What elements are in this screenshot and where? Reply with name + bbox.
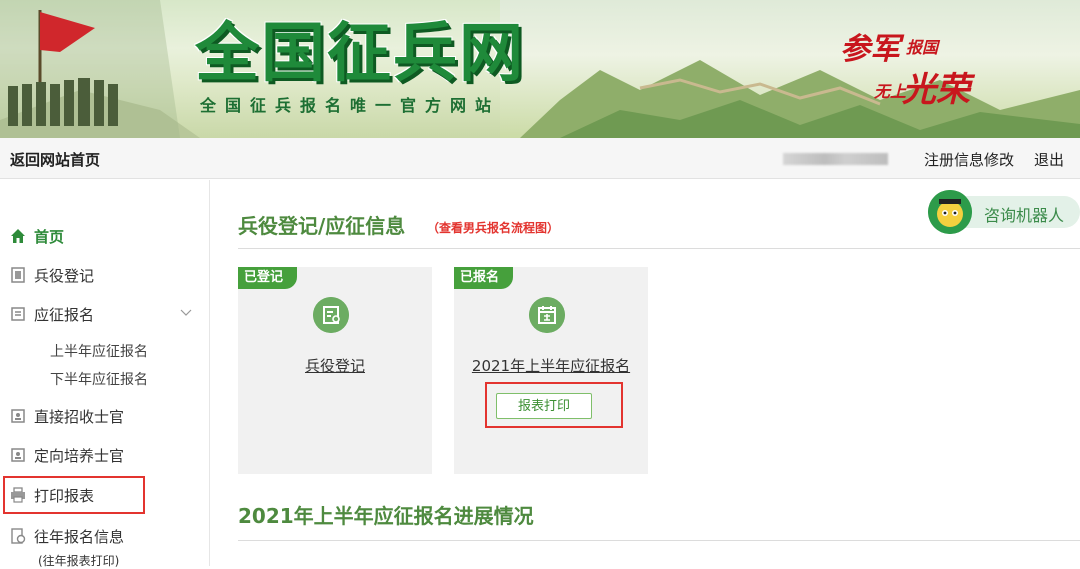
- title-divider: [238, 248, 1080, 249]
- home-icon: [11, 229, 25, 243]
- card-enlist: 已报名 2021年上半年应征报名 报表打印: [454, 267, 648, 474]
- site-banner: 全国征兵网 全国征兵报名唯一官方网站 参军 报国 无上 光荣: [0, 0, 1080, 138]
- calendar-icon: [529, 297, 565, 333]
- card-registration: 已登记 兵役登记: [238, 267, 432, 474]
- top-bar: 返回网站首页 注册信息修改 退出: [0, 138, 1080, 179]
- sidebar-item-label: 兵役登记: [34, 266, 95, 285]
- slogan: 参军 报国 无上 光荣: [830, 20, 1030, 110]
- registration-icon: [313, 297, 349, 333]
- sidebar-item-label: 直接招收士官: [34, 407, 125, 426]
- sidebar-item-label: 应征报名: [34, 305, 95, 324]
- sidebar-item-label: 往年报名信息: [34, 527, 125, 546]
- slogan-part2: 报国: [906, 38, 939, 57]
- sidebar-item-label: 首页: [34, 227, 65, 246]
- print-report-button[interactable]: 报表打印: [496, 393, 592, 419]
- page-title: 兵役登记/应征信息: [238, 214, 406, 238]
- slogan-part4: 光荣: [902, 70, 970, 110]
- document-icon: [11, 267, 25, 283]
- slogan-part1: 参军: [840, 32, 900, 67]
- flow-chart-link[interactable]: （查看男兵报名流程图）: [427, 219, 559, 236]
- username-masked: [783, 153, 888, 165]
- sidebar-item-home[interactable]: 首页: [10, 224, 64, 248]
- robot-consult-button[interactable]: 咨询机器人: [928, 190, 1080, 234]
- register-edit-link[interactable]: 注册信息修改: [924, 149, 1014, 170]
- site-subtitle: 全国征兵报名唯一官方网站: [200, 96, 501, 115]
- progress-section-title: 2021年上半年应征报名进展情况: [238, 504, 534, 528]
- sidebar-item-enlist[interactable]: 应征报名: [10, 302, 94, 326]
- sidebar-item-history[interactable]: 往年报名信息: [10, 524, 124, 548]
- id-card-icon: [11, 448, 25, 462]
- status-badge: 已登记: [238, 267, 298, 289]
- enlist-link[interactable]: 2021年上半年应征报名: [454, 355, 648, 376]
- id-card-icon: [11, 409, 25, 423]
- registration-link[interactable]: 兵役登记: [238, 355, 432, 376]
- printer-icon: [11, 487, 25, 503]
- sidebar-item-label: 打印报表: [34, 486, 95, 505]
- chevron-down-icon[interactable]: [180, 306, 192, 318]
- history-sub-label: (往年报表打印): [38, 554, 120, 568]
- sidebar-item-print[interactable]: 打印报表: [10, 483, 94, 507]
- history-icon: [11, 528, 26, 544]
- logout-link[interactable]: 退出: [1034, 149, 1064, 170]
- robot-avatar-icon: [928, 190, 972, 234]
- robot-label: 咨询机器人: [984, 206, 1065, 225]
- form-icon: [11, 307, 25, 321]
- sidebar: 首页 兵役登记 应征报名 上半年应征报名 下半年应征报名 直接招收士官 定向培养…: [0, 180, 210, 568]
- sidebar-subitem-second-half[interactable]: 下半年应征报名: [50, 369, 148, 389]
- sidebar-item-registration[interactable]: 兵役登记: [10, 263, 94, 287]
- sidebar-item-directed-nco[interactable]: 定向培养士官: [10, 443, 124, 467]
- site-title: 全国征兵网: [195, 17, 525, 91]
- sidebar-subitem-first-half[interactable]: 上半年应征报名: [50, 341, 148, 361]
- status-badge: 已报名: [454, 267, 514, 289]
- progress-divider: [238, 540, 1080, 541]
- sidebar-item-label: 定向培养士官: [34, 446, 125, 465]
- back-home-link[interactable]: 返回网站首页: [10, 149, 100, 170]
- sidebar-item-direct-nco[interactable]: 直接招收士官: [10, 404, 124, 428]
